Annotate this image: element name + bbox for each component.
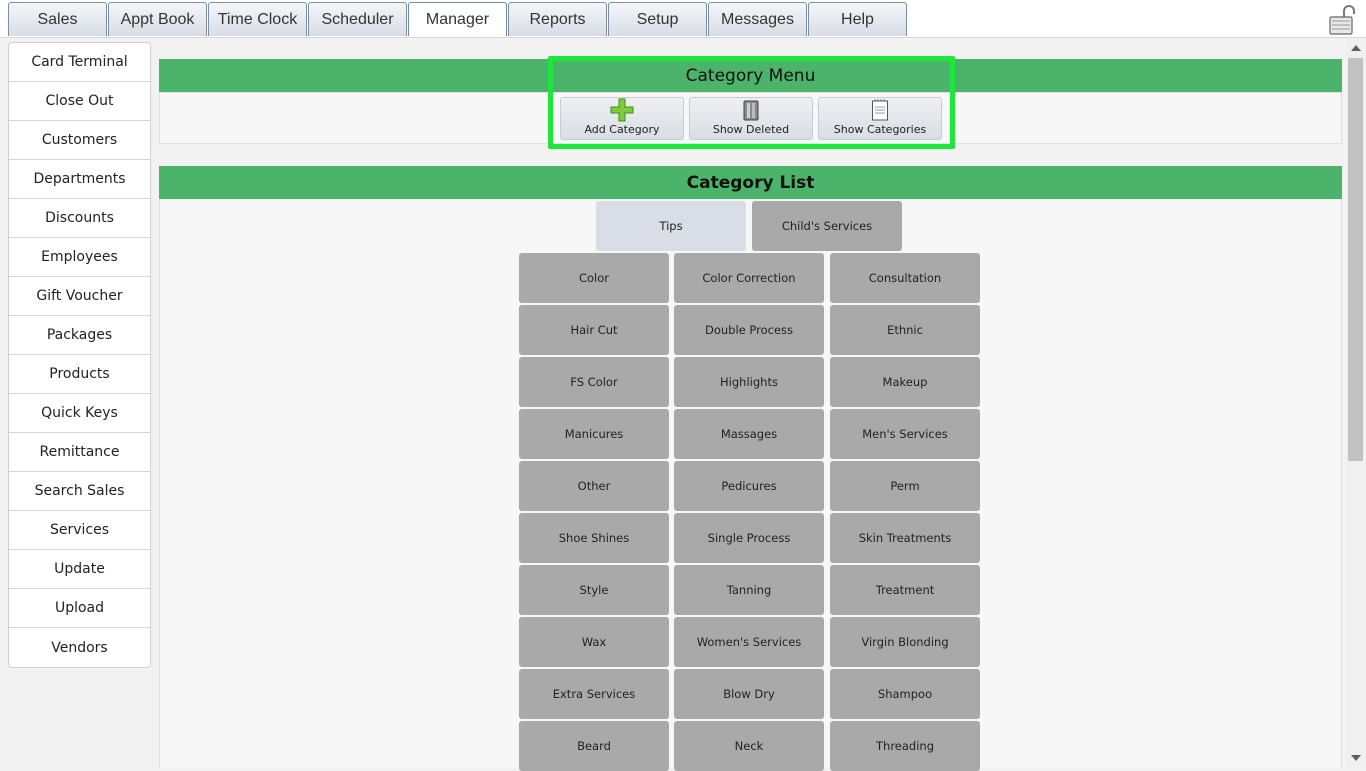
category-button[interactable]: Beard: [519, 721, 669, 771]
unlock-icon[interactable]: [1328, 4, 1360, 36]
sidebar-item-departments[interactable]: Departments: [9, 160, 150, 199]
category-button[interactable]: Single Process: [674, 513, 824, 563]
category-button[interactable]: Wax: [519, 617, 669, 667]
category-button[interactable]: Threading: [830, 721, 980, 771]
tab-appt-book[interactable]: Appt Book: [108, 2, 207, 36]
category-button[interactable]: Shoe Shines: [519, 513, 669, 563]
category-button[interactable]: Consultation: [830, 253, 980, 303]
tab-reports[interactable]: Reports: [508, 2, 607, 36]
category-menu-highlight: [548, 56, 955, 149]
manager-sidebar: Card Terminal Close Out Customers Depart…: [8, 42, 151, 668]
sidebar-item-search-sales[interactable]: Search Sales: [9, 472, 150, 511]
sidebar-item-packages[interactable]: Packages: [9, 316, 150, 355]
scroll-up-arrow-icon[interactable]: [1351, 45, 1361, 51]
category-button[interactable]: Extra Services: [519, 669, 669, 719]
category-button[interactable]: Makeup: [830, 357, 980, 407]
sidebar-item-employees[interactable]: Employees: [9, 238, 150, 277]
sidebar-item-services[interactable]: Services: [9, 511, 150, 550]
tab-setup[interactable]: Setup: [608, 2, 707, 36]
tab-manager[interactable]: Manager: [408, 2, 507, 36]
tab-sales[interactable]: Sales: [8, 2, 107, 36]
sidebar-item-close-out[interactable]: Close Out: [9, 82, 150, 121]
category-button[interactable]: Pedicures: [674, 461, 824, 511]
category-button[interactable]: Neck: [674, 721, 824, 771]
category-button[interactable]: Tanning: [674, 565, 824, 615]
top-nav-bar: Sales Appt Book Time Clock Scheduler Man…: [0, 0, 1366, 38]
category-button[interactable]: Massages: [674, 409, 824, 459]
category-button[interactable]: Color Correction: [674, 253, 824, 303]
category-button-tips[interactable]: Tips: [596, 201, 746, 251]
category-button[interactable]: Manicures: [519, 409, 669, 459]
sidebar-item-upload[interactable]: Upload: [9, 589, 150, 628]
sidebar-item-discounts[interactable]: Discounts: [9, 199, 150, 238]
category-button[interactable]: Double Process: [674, 305, 824, 355]
category-button[interactable]: Treatment: [830, 565, 980, 615]
category-button-childs-services[interactable]: Child's Services: [752, 201, 902, 251]
category-list-title: Category List: [686, 172, 815, 193]
tab-help[interactable]: Help: [808, 2, 907, 36]
category-button[interactable]: Men's Services: [830, 409, 980, 459]
category-button[interactable]: Hair Cut: [519, 305, 669, 355]
tab-scheduler[interactable]: Scheduler: [308, 2, 407, 36]
sidebar-item-quick-keys[interactable]: Quick Keys: [9, 394, 150, 433]
tab-time-clock[interactable]: Time Clock: [208, 2, 307, 36]
category-button[interactable]: Ethnic: [830, 305, 980, 355]
sidebar-item-remittance[interactable]: Remittance: [9, 433, 150, 472]
category-button[interactable]: Color: [519, 253, 669, 303]
scrollbar-thumb[interactable]: [1348, 58, 1363, 461]
sidebar-item-products[interactable]: Products: [9, 355, 150, 394]
category-button[interactable]: Women's Services: [674, 617, 824, 667]
sidebar-item-customers[interactable]: Customers: [9, 121, 150, 160]
category-list-header: Category List: [159, 166, 1342, 199]
category-button[interactable]: FS Color: [519, 357, 669, 407]
sidebar-item-card-terminal[interactable]: Card Terminal: [9, 43, 150, 82]
sidebar-item-update[interactable]: Update: [9, 550, 150, 589]
category-button[interactable]: Other: [519, 461, 669, 511]
category-button[interactable]: Highlights: [674, 357, 824, 407]
category-button[interactable]: Style: [519, 565, 669, 615]
sidebar-item-vendors[interactable]: Vendors: [9, 628, 150, 667]
scroll-down-arrow-icon[interactable]: [1351, 755, 1361, 761]
category-button[interactable]: Shampoo: [830, 669, 980, 719]
category-button[interactable]: Skin Treatments: [830, 513, 980, 563]
category-button[interactable]: Blow Dry: [674, 669, 824, 719]
sidebar-item-gift-voucher[interactable]: Gift Voucher: [9, 277, 150, 316]
category-button[interactable]: Virgin Blonding: [830, 617, 980, 667]
tab-messages[interactable]: Messages: [708, 2, 807, 36]
category-button[interactable]: Perm: [830, 461, 980, 511]
